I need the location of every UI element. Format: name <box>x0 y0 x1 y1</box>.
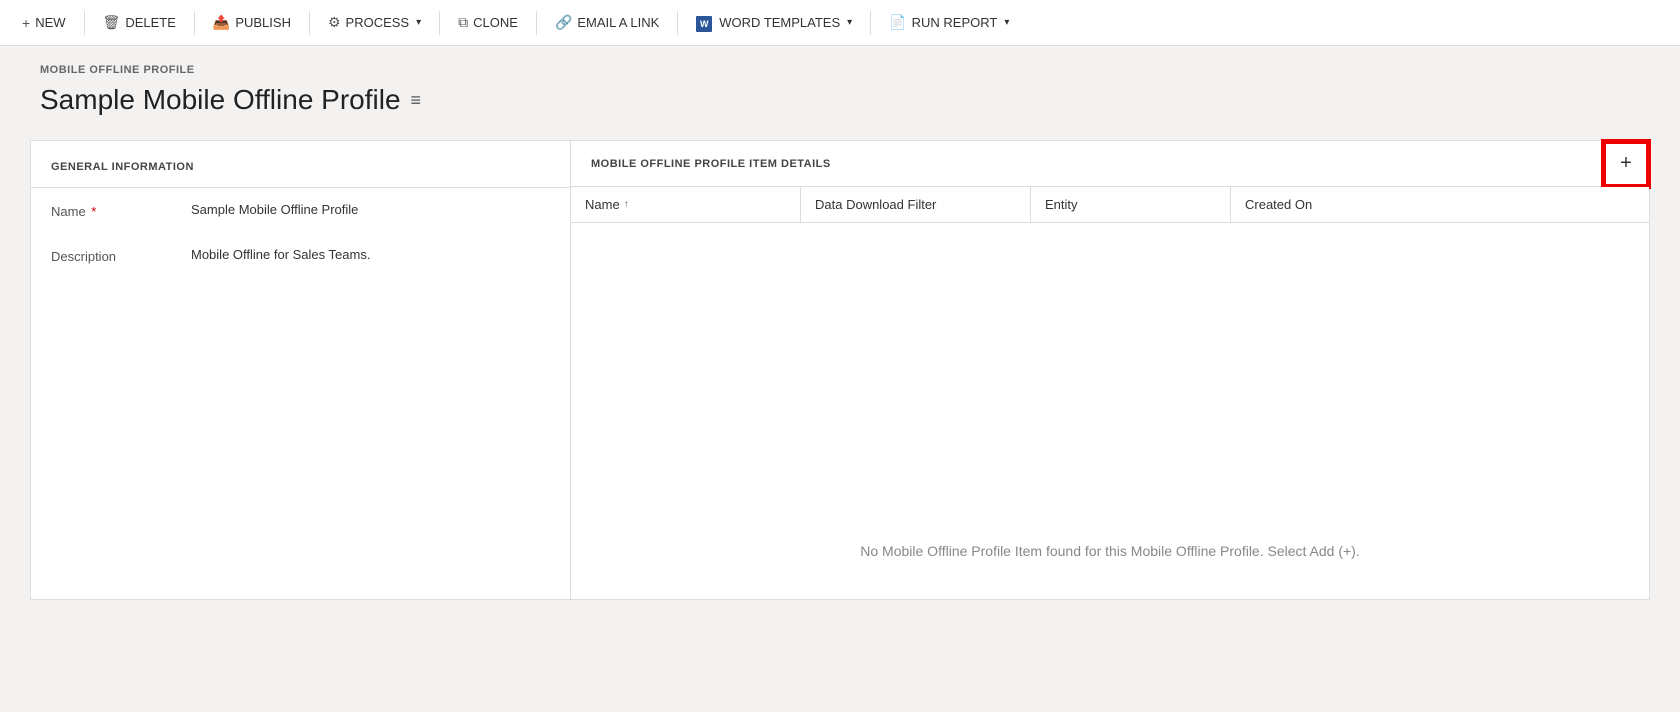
col-header-entity: Entity <box>1031 187 1231 222</box>
page-menu-icon[interactable]: ≡ <box>411 90 422 111</box>
delete-button[interactable]: 🗑 DELETE <box>93 8 186 37</box>
clone-icon: ⧉ <box>458 14 468 31</box>
separator <box>536 11 537 35</box>
run-report-caret: ▾ <box>1004 17 1009 28</box>
required-indicator: * <box>88 204 97 219</box>
col-header-created-on: Created On <box>1231 187 1401 222</box>
word-templates-button[interactable]: W WORD TEMPLATES ▾ <box>686 8 862 38</box>
email-link-button[interactable]: 🔗 EMAIL A LINK <box>545 8 669 37</box>
right-panel: MOBILE OFFLINE PROFILE ITEM DETAILS + Na… <box>571 141 1649 599</box>
breadcrumb: MOBILE OFFLINE PROFILE <box>40 64 1640 76</box>
new-icon: + <box>22 15 30 31</box>
general-info-header: GENERAL INFORMATION <box>31 161 570 188</box>
description-label: Description <box>51 247 191 264</box>
separator <box>194 11 195 35</box>
col-header-name: Name ↑ <box>571 187 801 222</box>
header-section: MOBILE OFFLINE PROFILE Sample Mobile Off… <box>0 46 1680 140</box>
toolbar: + NEW 🗑 DELETE 📤 PUBLISH ⚙ PROCESS ▾ ⧉ C… <box>0 0 1680 46</box>
name-value: Sample Mobile Offline Profile <box>191 202 358 217</box>
description-field-row: Description Mobile Offline for Sales Tea… <box>31 233 570 278</box>
col-header-filter: Data Download Filter <box>801 187 1031 222</box>
clone-button[interactable]: ⧉ CLONE <box>448 8 528 37</box>
delete-icon: 🗑 <box>103 14 121 31</box>
sort-icon: ↑ <box>624 199 629 210</box>
separator <box>677 11 678 35</box>
separator <box>84 11 85 35</box>
report-icon: 📄 <box>889 14 906 31</box>
page-title: Sample Mobile Offline Profile ≡ <box>40 84 1640 116</box>
word-icon: W <box>696 14 714 32</box>
new-button[interactable]: + NEW <box>12 9 76 37</box>
process-caret: ▾ <box>416 17 421 28</box>
word-templates-caret: ▾ <box>847 17 852 28</box>
link-icon: 🔗 <box>555 14 572 31</box>
right-panel-header: MOBILE OFFLINE PROFILE ITEM DETAILS + <box>571 141 1649 187</box>
run-report-button[interactable]: 📄 RUN REPORT ▾ <box>879 8 1019 37</box>
separator <box>309 11 310 35</box>
process-icon: ⚙ <box>328 14 341 31</box>
separator <box>870 11 871 35</box>
add-item-button[interactable]: + <box>1603 141 1649 187</box>
mobile-offline-details-title: MOBILE OFFLINE PROFILE ITEM DETAILS <box>591 158 831 170</box>
publish-icon: 📤 <box>213 14 230 31</box>
separator <box>439 11 440 35</box>
process-button[interactable]: ⚙ PROCESS ▾ <box>318 8 431 37</box>
main-content: GENERAL INFORMATION Name * Sample Mobile… <box>30 140 1650 600</box>
name-label: Name * <box>51 202 191 219</box>
left-panel: GENERAL INFORMATION Name * Sample Mobile… <box>31 141 571 599</box>
name-field-row: Name * Sample Mobile Offline Profile <box>31 188 570 233</box>
empty-state-message: No Mobile Offline Profile Item found for… <box>571 223 1649 599</box>
description-value: Mobile Offline for Sales Teams. <box>191 247 370 262</box>
table-header: Name ↑ Data Download Filter Entity Creat… <box>571 187 1649 223</box>
publish-button[interactable]: 📤 PUBLISH <box>203 8 301 37</box>
